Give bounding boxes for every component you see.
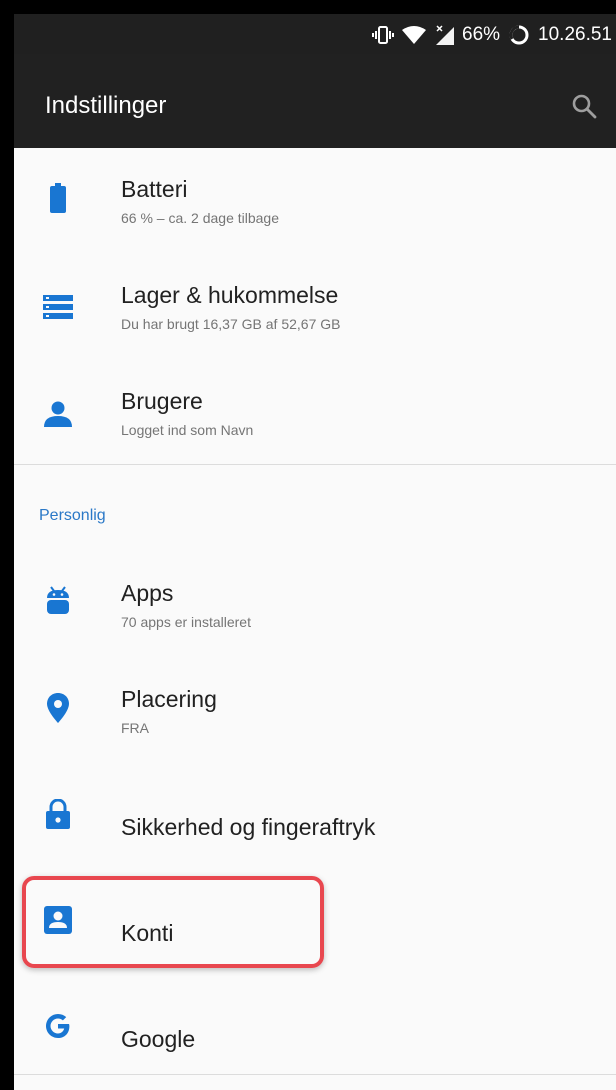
settings-item-title: Lager & hukommelse <box>121 282 339 308</box>
settings-item-batteri[interactable]: Batteri 66 % – ca. 2 dage tilbage <box>14 148 616 254</box>
settings-item-title: Konti <box>121 920 174 946</box>
settings-item-google[interactable]: Google <box>14 976 616 1082</box>
settings-item-subtitle: 70 apps er installeret <box>121 614 251 630</box>
battery-icon <box>42 182 74 214</box>
section-divider <box>14 464 616 465</box>
settings-screen: 66% 10.26.51 Indstillinger Batteri 66 % … <box>14 14 616 1090</box>
clock: 10.26.51 <box>538 24 612 45</box>
settings-item-title: Brugere <box>121 388 203 414</box>
battery-ring-icon <box>508 24 530 46</box>
settings-item-subtitle: Logget ind som Navn <box>121 422 254 438</box>
wifi-icon <box>402 26 426 44</box>
status-icons: 66% 10.26.51 <box>372 22 612 48</box>
settings-item-title: Sikkerhed og fingeraftryk <box>121 814 376 840</box>
user-icon <box>42 398 74 430</box>
location-pin-icon <box>42 692 74 724</box>
settings-item-subtitle: 66 % – ca. 2 dage tilbage <box>121 210 280 226</box>
app-bar: Indstillinger <box>14 54 616 148</box>
settings-item-title: Google <box>121 1026 196 1052</box>
settings-item-sikkerhed[interactable]: Sikkerhed og fingeraftryk <box>14 764 616 870</box>
settings-item-title: Batteri <box>121 176 188 202</box>
battery-percent: 66% <box>462 24 501 45</box>
storage-icon <box>42 291 74 323</box>
settings-item-subtitle: FRA <box>121 720 149 736</box>
settings-item-brugere[interactable]: Brugere Logget ind som Navn <box>14 360 616 466</box>
status-bar: 66% 10.26.51 <box>14 14 616 54</box>
settings-item-title: Placering <box>121 686 217 712</box>
android-icon <box>42 585 74 617</box>
page-title: Indstillinger <box>45 92 167 119</box>
section-header-personlig: Personlig <box>39 507 106 524</box>
account-box-icon <box>42 904 74 936</box>
settings-item-lager[interactable]: Lager & hukommelse Du har brugt 16,37 GB… <box>14 254 616 360</box>
lock-icon <box>42 798 74 830</box>
settings-item-konti[interactable]: Konti <box>14 870 616 976</box>
search-icon <box>572 94 597 119</box>
settings-item-subtitle: Du har brugt 16,37 GB af 52,67 GB <box>121 316 341 332</box>
bottom-divider <box>14 1074 616 1075</box>
vibrate-icon <box>372 26 394 44</box>
google-icon <box>42 1010 74 1042</box>
search-button[interactable] <box>566 88 602 124</box>
settings-item-apps[interactable]: Apps 70 apps er installeret <box>14 552 616 658</box>
signal-icon <box>434 25 454 45</box>
settings-item-placering[interactable]: Placering FRA <box>14 658 616 764</box>
settings-item-title: Apps <box>121 580 174 606</box>
